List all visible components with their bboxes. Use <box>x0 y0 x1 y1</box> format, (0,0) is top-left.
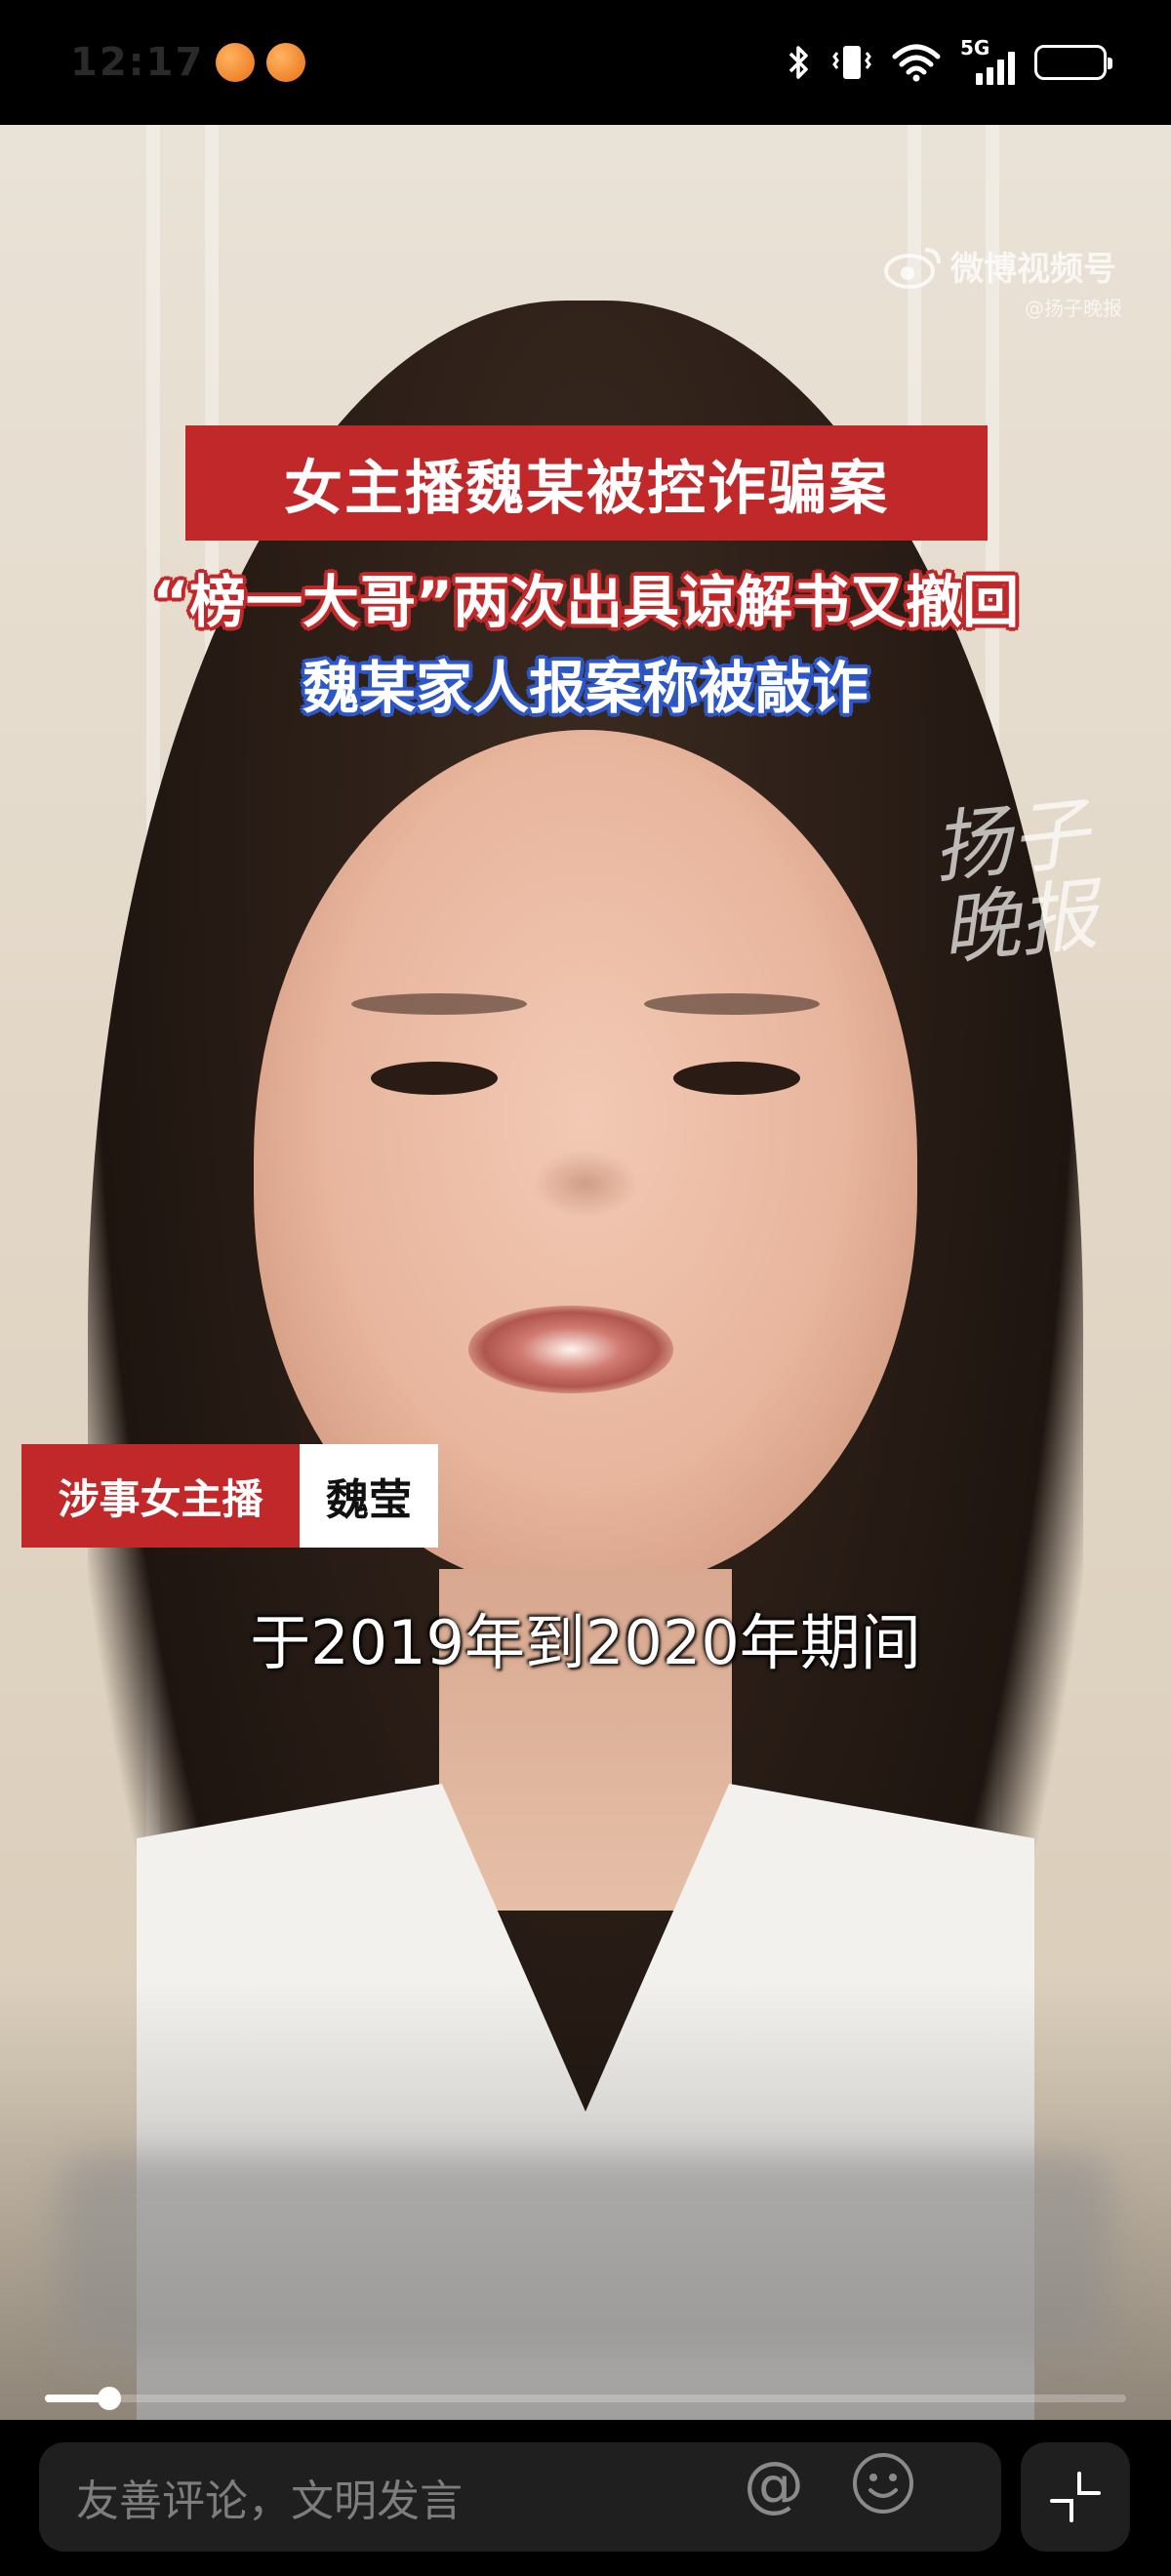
collapse-icon <box>1050 2472 1101 2522</box>
headline-text: 女主播魏某被控诈骗案 <box>284 454 889 523</box>
weibo-watermark: 微博视频号 <box>884 242 1116 290</box>
mouth <box>468 1306 673 1393</box>
video-caption: 于2019年到2020年期间 <box>250 1607 921 1678</box>
blurred-subtitle-area <box>59 2154 1112 2359</box>
vibrate-icon <box>831 43 872 82</box>
signal-icon: 5G <box>960 36 1015 85</box>
subline-red-outline: “榜一大哥”两次出具谅解书又撤回 <box>151 569 1020 635</box>
video-player-screen: 12:17 5G 微博视频号 @扬子晚报 扬子晚报 女主播魏某被控诈骗案 “榜一… <box>0 0 1171 2576</box>
bluetooth-icon <box>787 43 812 82</box>
yangzi-evening-logo: 扬子晚报 <box>928 787 1102 976</box>
watermark-handle: @扬子晚报 <box>1025 297 1122 320</box>
video-frame[interactable]: 微博视频号 @扬子晚报 扬子晚报 女主播魏某被控诈骗案 “榜一大哥”两次出具谅解… <box>0 125 1171 2420</box>
headline-banner: 女主播魏某被控诈骗案 <box>185 425 988 541</box>
subline-blue-outline: 魏某家人报案称被敲诈 <box>302 655 868 721</box>
name-tag-role: 涉事女主播 <box>21 1444 300 1548</box>
weibo-logo-icon <box>884 247 941 289</box>
status-time: 12:17 <box>70 40 205 85</box>
weibo-watermark-text: 微博视频号 <box>950 250 1116 289</box>
at-icon[interactable]: @ <box>740 2448 808 2519</box>
app-notification-icon <box>216 43 256 82</box>
wifi-icon <box>892 43 941 82</box>
status-bar: 12:17 5G <box>0 0 1171 125</box>
collapse-button[interactable] <box>1021 2442 1130 2552</box>
status-left: 12:17 <box>70 40 306 85</box>
status-right: 5G <box>787 36 1112 85</box>
name-tag-name: 魏莹 <box>300 1444 438 1548</box>
bottom-comment-bar: 友善评论，文明发言 @ <box>0 2420 1171 2576</box>
emoji-icon[interactable] <box>849 2449 917 2517</box>
eyebrow <box>644 993 820 1015</box>
comment-placeholder: 友善评论，文明发言 <box>76 2476 463 2526</box>
name-tag: 涉事女主播 魏莹 <box>21 1444 438 1548</box>
nose <box>532 1149 639 1218</box>
eyebrow <box>351 993 527 1015</box>
eye <box>673 1062 800 1095</box>
battery-icon <box>1034 45 1112 80</box>
app-notification-icon <box>266 43 306 82</box>
video-progress-bar[interactable] <box>45 2395 1126 2402</box>
eye <box>371 1062 498 1095</box>
